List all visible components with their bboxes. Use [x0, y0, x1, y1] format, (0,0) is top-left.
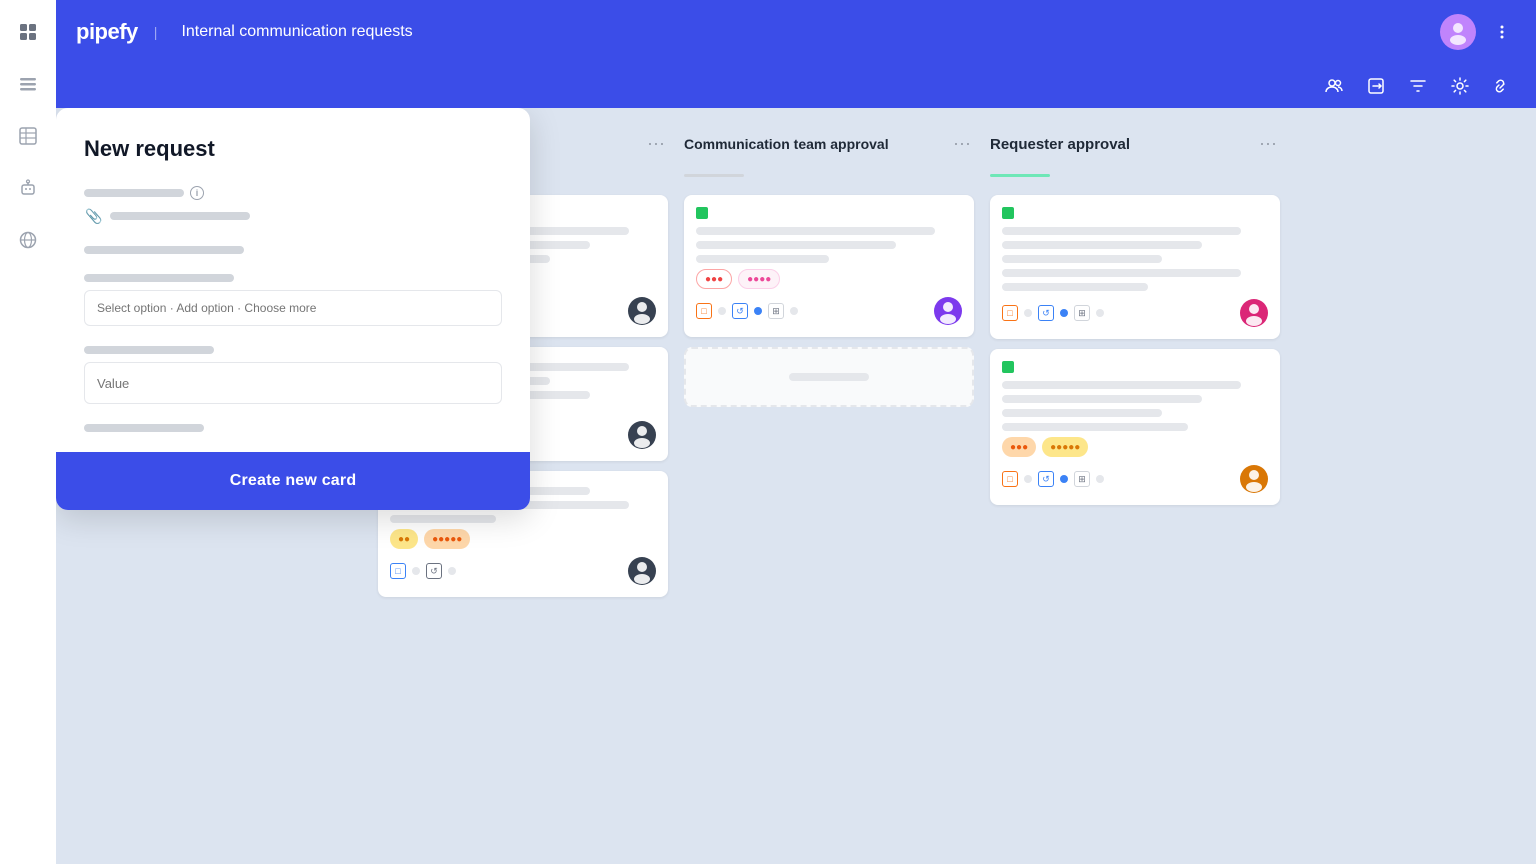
card-2-avatar	[628, 297, 656, 325]
form-field-3	[84, 274, 502, 326]
sidebar-icon-list[interactable]	[12, 68, 44, 100]
column-more-ux[interactable]: ⋯	[644, 132, 668, 156]
form-field-2	[84, 246, 502, 254]
form-select-input[interactable]	[84, 290, 502, 326]
logo-text: pipefy	[76, 19, 138, 45]
card-4-footer: □ ↺	[390, 557, 656, 585]
column-indicator-requester	[990, 174, 1050, 177]
column-title-requester: Requester approval	[990, 136, 1248, 153]
form-more-fields	[84, 424, 204, 432]
sidebar	[0, 0, 56, 864]
card-8-avatar	[1240, 465, 1268, 493]
column-header-comm: Communication team approval ⋯	[684, 128, 974, 164]
column-requester-approval: Requester approval ⋯ □ ↺	[990, 128, 1280, 844]
new-request-form: New request i 📎	[56, 108, 530, 510]
sidebar-icon-grid[interactable]	[12, 16, 44, 48]
card-7-avatar	[1240, 299, 1268, 327]
sidebar-icon-robot[interactable]	[12, 172, 44, 204]
logo: pipefy	[76, 19, 138, 45]
form-text-input[interactable]	[84, 362, 502, 404]
settings-icon[interactable]	[1446, 72, 1474, 100]
user-avatar[interactable]	[1440, 14, 1476, 50]
card-4-avatar	[628, 557, 656, 585]
sidebar-icon-table[interactable]	[12, 120, 44, 152]
column-title-comm: Communication team approval	[684, 136, 942, 152]
form-field-4	[84, 346, 502, 404]
kanban-board: New requests + ⋯	[56, 108, 1536, 864]
link-icon[interactable]	[1488, 72, 1516, 100]
header-actions	[1440, 14, 1516, 50]
filter-icon[interactable]	[1404, 72, 1432, 100]
info-icon-1: i	[190, 186, 204, 200]
column-more-requester[interactable]: ⋯	[1256, 132, 1280, 156]
attach-icon: 📎	[84, 206, 104, 226]
header: pipefy | Internal communication requests	[56, 0, 1536, 64]
card-7[interactable]: □ ↺ ⊞	[990, 195, 1280, 339]
column-header-requester: Requester approval ⋯	[990, 128, 1280, 164]
form-title: New request	[84, 136, 502, 162]
card-5-avatar	[934, 297, 962, 325]
people-icon[interactable]	[1320, 72, 1348, 100]
card-8[interactable]: ●●● ●●●●● □ ↺ ⊞	[990, 349, 1280, 505]
card-3-avatar	[628, 421, 656, 449]
sub-toolbar	[56, 64, 1536, 108]
empty-card-comm	[684, 347, 974, 407]
main-area: pipefy | Internal communication requests	[56, 0, 1536, 864]
column-indicator-comm	[684, 174, 744, 177]
form-field-1: i 📎	[84, 186, 502, 226]
column-more-comm[interactable]: ⋯	[950, 132, 974, 156]
card-7-footer: □ ↺ ⊞	[1002, 299, 1268, 327]
export-icon[interactable]	[1362, 72, 1390, 100]
card-5[interactable]: ●●● ●●●● □ ↺ ⊞	[684, 195, 974, 337]
page-title: Internal communication requests	[181, 23, 412, 41]
column-comm-approval: Communication team approval ⋯ ●●● ●●●●	[684, 128, 974, 844]
create-card-button[interactable]: Create new card	[56, 452, 530, 510]
header-more-icon[interactable]	[1488, 18, 1516, 46]
card-5-footer: □ ↺ ⊞	[696, 297, 962, 325]
form-body: New request i 📎	[56, 108, 530, 452]
card-8-footer: □ ↺ ⊞	[1002, 465, 1268, 493]
sidebar-icon-globe[interactable]	[12, 224, 44, 256]
